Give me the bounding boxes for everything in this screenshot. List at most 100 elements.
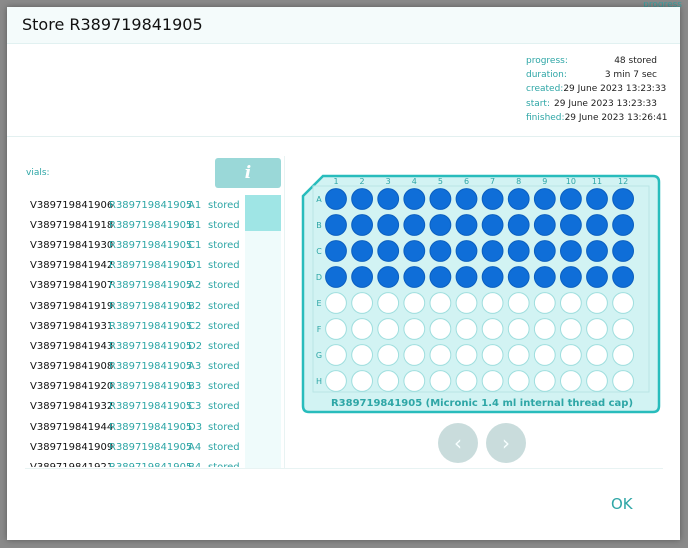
list-item[interactable]: V389719841918 R389719841905 B1 stored [25, 215, 245, 235]
vial-list-scrollbar[interactable] [245, 195, 281, 469]
rack-well [612, 292, 635, 314]
footer-divider [25, 468, 663, 469]
column-label: 5 [438, 177, 443, 186]
rack-well [351, 370, 373, 392]
rack-well [325, 370, 347, 392]
summary-key: created: [526, 84, 564, 95]
list-item[interactable]: V389719841907 R389719841905 A2 stored [25, 276, 245, 296]
vial-pos: C1 [188, 239, 202, 251]
rack-well [560, 188, 582, 210]
rack-well [455, 266, 478, 288]
rack-well [612, 188, 635, 210]
vial-status: stored [208, 239, 240, 251]
vial-pos: B3 [188, 381, 202, 393]
rack-well [481, 266, 504, 288]
vial-list[interactable]: V389719841906 R389719841905 A1 stored V38971… [25, 195, 245, 467]
vial-pos: B1 [188, 219, 202, 231]
summary-row: progress: 48 stored [526, 54, 657, 68]
summary-key: start: [526, 98, 550, 109]
vial-id: V389719841932 [30, 401, 114, 413]
rack-well [377, 240, 400, 262]
dialog-header: Store R389719841905 [7, 7, 680, 44]
column-label: 1 [333, 177, 338, 186]
rack-well [586, 318, 608, 340]
summary-key: finished: [526, 112, 565, 123]
rack-well [377, 318, 400, 340]
rack-well [325, 266, 347, 288]
list-item[interactable]: V389719841943 R389719841905 D2 stored [25, 336, 245, 356]
chevron-right-icon: › [502, 431, 510, 455]
vial-id: V389719841906 [30, 199, 114, 211]
list-item[interactable]: V389719841942 R389719841905 D1 stored [25, 256, 245, 276]
row-label: D [316, 273, 322, 282]
rack-well [533, 214, 556, 236]
chevron-left-icon: ‹ [454, 431, 462, 455]
vial-status: stored [208, 300, 240, 312]
next-rack-button[interactable]: › [486, 423, 526, 463]
rack-well [533, 240, 556, 262]
vial-pos: A4 [188, 441, 202, 453]
vial-status: stored [208, 381, 240, 393]
vial-pos: A2 [188, 280, 202, 292]
list-item[interactable]: V389719841909 R389719841905 A4 stored [25, 437, 245, 457]
rack-well [429, 266, 452, 288]
rack-plate: 1 2 3 4 5 6 7 8 9 10 11 12ABCDEFGHR389719841905 (Mi… [301, 174, 661, 414]
list-item[interactable]: V389719841932 R389719841905 C3 stored [25, 397, 245, 417]
info-button[interactable]: i [215, 158, 281, 188]
vial-pos: A1 [188, 199, 202, 211]
column-label: 12 [618, 177, 628, 186]
header-divider [7, 136, 680, 137]
rack-well [612, 344, 635, 366]
list-item[interactable]: V389719841908 R389719841905 A3 stored [25, 357, 245, 377]
rack-well [560, 266, 582, 288]
rack-well [560, 214, 582, 236]
summary-key: duration: [526, 70, 567, 81]
list-item[interactable]: V389719841944 R389719841905 D3 stored [25, 417, 245, 437]
list-item[interactable]: V389719841921R389719841905B4stored [25, 457, 245, 467]
vial-status: stored [208, 401, 240, 413]
list-item[interactable]: V389719841919 R389719841905 B2 stored [25, 296, 245, 316]
rack-well [586, 214, 608, 236]
ok-button[interactable]: OK [611, 495, 633, 513]
rack-well [455, 292, 478, 314]
rack-id: R389719841905 [109, 300, 193, 312]
rack-id: R389719841905 [109, 219, 193, 231]
summary-value: 29 June 2023 13:23:33 [554, 98, 657, 109]
row-label: B [316, 221, 322, 230]
rack-id: R389719841905 [109, 199, 193, 211]
rack-well [325, 318, 347, 340]
rack-well [455, 214, 478, 236]
rack-well [351, 344, 373, 366]
rack-well [481, 370, 504, 392]
rack-well [481, 292, 504, 314]
rack-well [507, 344, 530, 366]
rack-well [377, 370, 400, 392]
rack-id: R389719841905 [109, 361, 193, 373]
rack-well [403, 318, 426, 340]
summary-value: 29 June 2023 13:23:33 [563, 84, 667, 95]
list-item[interactable]: V389719841930 R389719841905 C1 stored [25, 235, 245, 255]
scrollbar-thumb[interactable] [245, 195, 281, 231]
list-item[interactable]: V389719841920 R389719841905 B3 stored [25, 377, 245, 397]
rack-well [507, 240, 530, 262]
vial-pos: B2 [188, 300, 202, 312]
rack-well [455, 370, 478, 392]
vial-pos: D3 [188, 421, 203, 433]
rack-well [377, 266, 400, 288]
prev-rack-button[interactable]: ‹ [438, 423, 478, 463]
rack-id: R389719841905 [109, 462, 192, 467]
row-label: H [316, 377, 322, 386]
list-item[interactable]: V389719841906 R389719841905 A1 stored [25, 195, 245, 215]
rack-well [377, 214, 400, 236]
rack-well [403, 344, 426, 366]
rack-id: R389719841905 [109, 239, 193, 251]
vial-status: stored [208, 441, 240, 453]
vial-pos: C2 [188, 320, 202, 332]
rack-well [325, 214, 347, 236]
summary-row: duration: 3 min 7 sec [526, 68, 657, 82]
vial-status: stored [208, 199, 240, 211]
rack-id: R389719841905 [109, 260, 193, 272]
rack-well [325, 188, 347, 210]
list-item[interactable]: V389719841931 R389719841905 C2 stored [25, 316, 245, 336]
panel-divider [284, 156, 285, 468]
